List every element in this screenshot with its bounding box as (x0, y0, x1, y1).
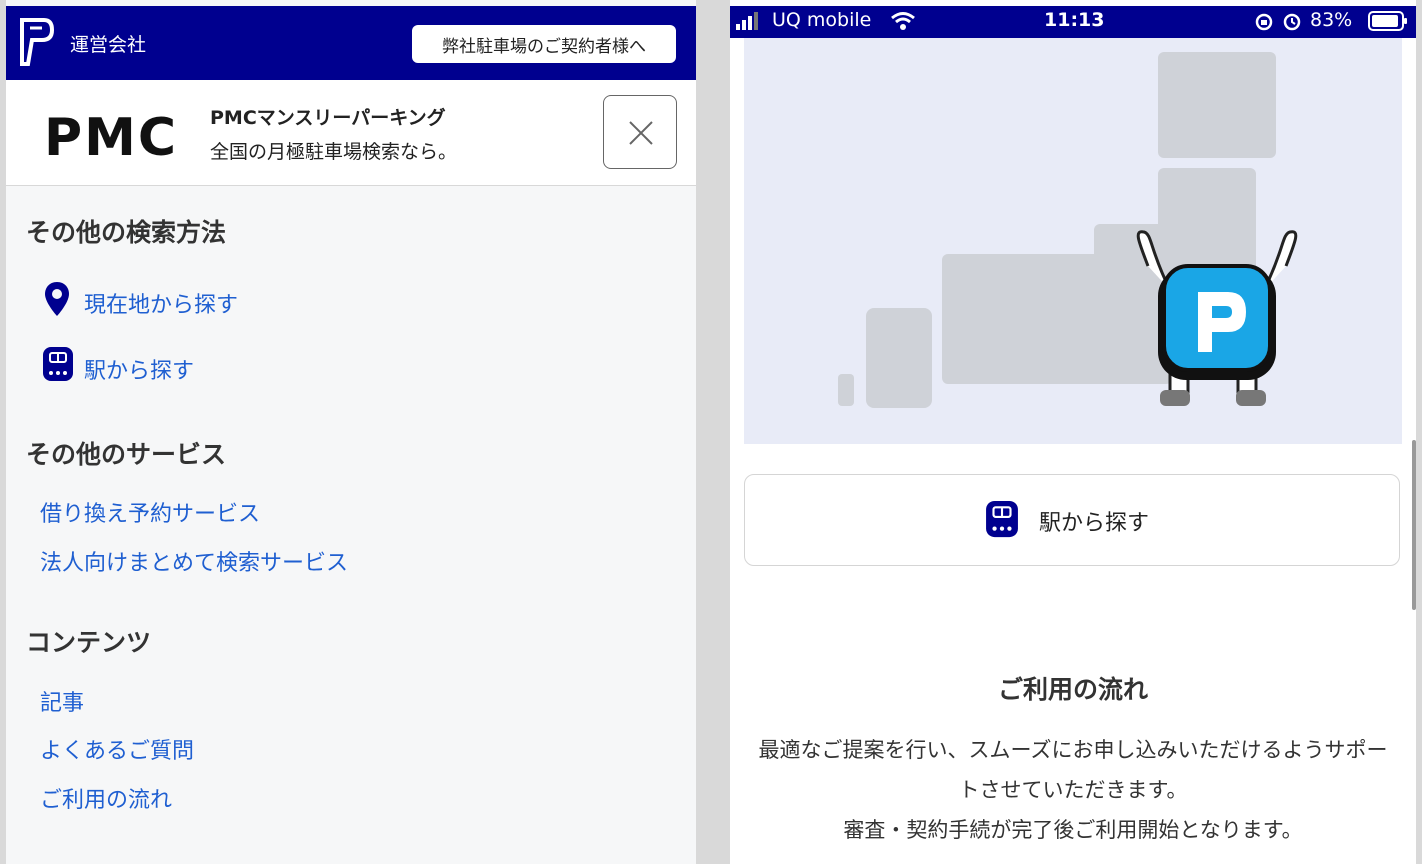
clock-time: 11:13 (1044, 9, 1105, 31)
brand-subtitle: 全国の月極駐車場検索なら。 (210, 141, 458, 163)
mobile-screen: UQ mobile 11:13 83% 駅から探す ご利用の流れ 最適なご提案を… (730, 0, 1416, 864)
pmc-p-logo-icon[interactable] (20, 16, 54, 68)
company-link[interactable]: 運営会社 (70, 30, 146, 57)
flow-line-2: 審査・契約手続が完了後ご利用開始となります。 (843, 818, 1303, 842)
corporate-search-link[interactable]: 法人向けまとめて検索サービス (40, 545, 348, 577)
japan-map-graphic (838, 52, 1298, 408)
location-pin-icon (45, 282, 69, 316)
brand-bar: PMC PMCマンスリーパーキング 全国の月極駐車場検索なら。 (6, 80, 696, 186)
usage-flow-link[interactable]: ご利用の流れ (40, 782, 172, 814)
usage-flow-description: 最適なご提案を行い、スムーズにお申し込みいただけるようサポートさせていただきます… (750, 730, 1396, 850)
articles-link[interactable]: 記事 (40, 685, 84, 717)
status-bar: UQ mobile 11:13 83% (730, 6, 1416, 38)
scrollbar[interactable] (1412, 440, 1416, 610)
contractor-button[interactable]: 弊社駐車場のご契約者様へ (412, 25, 676, 63)
other-search-heading: その他の検索方法 (26, 218, 227, 247)
flow-line-1: 最適なご提案を行い、スムーズにお申し込みいただけるようサポートさせていただきます… (758, 738, 1388, 802)
rotation-lock-icon (1255, 13, 1273, 31)
brand-title: PMCマンスリーパーキング (210, 107, 446, 129)
faq-link[interactable]: よくあるご質問 (40, 733, 194, 765)
train-icon (43, 347, 73, 381)
station-search-link[interactable]: 駅から探す (84, 353, 194, 385)
close-icon (629, 121, 653, 145)
carrier-label: UQ mobile (772, 9, 872, 31)
pmc-logo[interactable]: PMC (44, 108, 178, 168)
current-location-link[interactable]: 現在地から探す (84, 287, 238, 319)
battery-icon (1368, 11, 1407, 31)
train-icon (986, 500, 1018, 538)
top-header: 運営会社 弊社駐車場のご契約者様へ (6, 6, 696, 80)
alarm-icon (1283, 13, 1301, 31)
battery-percent: 83% (1310, 9, 1353, 31)
wifi-icon (891, 12, 915, 30)
station-search-button[interactable]: 駅から探す (744, 474, 1400, 566)
contents-heading: コンテンツ (26, 628, 152, 657)
close-button[interactable] (603, 95, 677, 169)
station-search-label: 駅から探す (1039, 511, 1150, 536)
menu-panel: 運営会社 弊社駐車場のご契約者様へ PMC PMCマンスリーパーキング 全国の月… (6, 0, 696, 864)
usage-flow-heading: ご利用の流れ (997, 675, 1148, 704)
refinance-reservation-link[interactable]: 借り換え予約サービス (40, 496, 260, 528)
signal-icon (736, 12, 758, 30)
other-services-heading: その他のサービス (26, 440, 227, 469)
japan-map (744, 38, 1402, 444)
